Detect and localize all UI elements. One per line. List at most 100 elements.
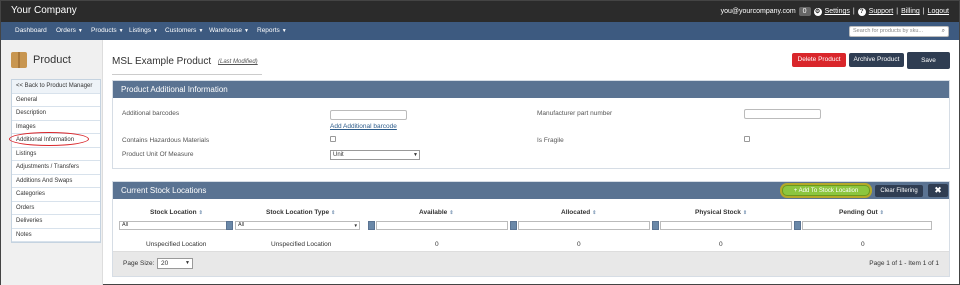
column-header-physical-stock[interactable]: Physical Stock ⇕: [695, 209, 747, 216]
physical-stock-filter-input[interactable]: [660, 221, 792, 230]
nav-label: Customers: [165, 27, 197, 34]
allocated-filter-input[interactable]: [518, 221, 650, 230]
sidebar-item-general[interactable]: General: [12, 93, 100, 107]
nav-label: Listings: [129, 27, 152, 34]
left-panel: Product << Back to Product Manager Gener…: [1, 40, 103, 285]
dropdown-arrow-icon: ▼: [185, 260, 190, 266]
cell-available: 0: [435, 241, 439, 248]
sidebar-item-notes[interactable]: Notes: [12, 228, 100, 242]
sort-icon: ⇕: [449, 210, 454, 216]
column-label: Pending Out: [839, 209, 878, 216]
column-label: Stock Location: [150, 209, 197, 216]
last-modified-link[interactable]: (Last Modified): [218, 59, 258, 65]
sidebar-item-categories[interactable]: Categories: [12, 188, 100, 202]
gear-icon: ⚙: [813, 7, 822, 16]
fragile-checkbox[interactable]: [744, 136, 750, 142]
product-section-title: Product: [33, 54, 71, 66]
nav-warehouse[interactable]: Warehouse ▼: [209, 27, 249, 34]
caret-down-icon: ▼: [77, 28, 83, 34]
filter-icon[interactable]: [368, 221, 375, 230]
pagination-info: Page 1 of 1 - Item 1 of 1: [869, 260, 939, 267]
hazardous-checkbox[interactable]: [330, 136, 336, 142]
page-size-label: Page Size:: [123, 260, 155, 267]
sidebar-item-images[interactable]: Images: [12, 120, 100, 134]
sidebar-item-orders[interactable]: Orders: [12, 201, 100, 215]
mpn-label: Manufacturer part number: [537, 110, 613, 117]
nav-customers[interactable]: Customers ▼: [165, 27, 203, 34]
column-header-stock-location[interactable]: Stock Location ⇕: [150, 209, 203, 216]
nav-listings[interactable]: Listings ▼: [129, 27, 158, 34]
column-label: Physical Stock: [695, 209, 741, 216]
cell-location-type: Unspecified Location: [271, 241, 332, 248]
nav-reports[interactable]: Reports ▼: [257, 27, 287, 34]
top-bar: Your Company you@yourcompany.com 0 ⚙ Set…: [1, 1, 959, 22]
separator: |: [896, 8, 899, 15]
available-filter-input[interactable]: [376, 221, 508, 230]
sidebar-item-description[interactable]: Description: [12, 107, 100, 121]
billing-link[interactable]: Billing: [901, 8, 920, 15]
filter-icon[interactable]: [652, 221, 659, 230]
hazardous-label: Contains Hazardous Materials: [122, 137, 210, 144]
dropdown-arrow-icon: ▼: [413, 152, 418, 158]
location-type-filter-select[interactable]: All ▼: [235, 221, 360, 230]
nav-products[interactable]: Products ▼: [91, 27, 124, 34]
page-size-select[interactable]: 20 ▼: [157, 258, 193, 269]
location-filter-select[interactable]: All▼: [119, 221, 232, 230]
save-button[interactable]: Save: [907, 52, 950, 69]
add-barcode-link[interactable]: Add Additional barcode: [330, 123, 397, 130]
user-email[interactable]: you@yourcompany.com: [721, 8, 796, 15]
settings-link[interactable]: Settings: [825, 8, 850, 15]
column-header-available[interactable]: Available ⇕: [419, 209, 454, 216]
cell-allocated: 0: [577, 241, 581, 248]
dropdown-arrow-icon: ▼: [353, 223, 358, 228]
sidebar-item-adjustments[interactable]: Adjustments / Transfers: [12, 161, 100, 175]
clear-filtering-button[interactable]: Clear Filtering: [875, 185, 923, 197]
nav-orders[interactable]: Orders ▼: [56, 27, 83, 34]
nav-label: Products: [91, 27, 117, 34]
unit-selected-value: Unit: [333, 152, 344, 158]
stock-locations-panel: Current Stock Locations + Add To Stock L…: [112, 181, 950, 277]
support-link[interactable]: Support: [869, 8, 894, 15]
clear-icon[interactable]: ✖: [928, 184, 948, 197]
filter-icon[interactable]: [226, 221, 233, 230]
column-header-location-type[interactable]: Stock Location Type ⇕: [266, 209, 335, 216]
unit-of-measure-select[interactable]: Unit ▼: [330, 150, 420, 160]
cell-pending-out: 0: [861, 241, 865, 248]
mpn-input[interactable]: [744, 109, 821, 119]
add-stock-location-button[interactable]: + Add To Stock Location: [782, 185, 870, 196]
additional-barcodes-label: Additional barcodes: [122, 110, 180, 117]
filter-icon[interactable]: [794, 221, 801, 230]
sidebar-item-additions-swaps[interactable]: Additions And Swaps: [12, 174, 100, 188]
title-divider: [112, 74, 262, 75]
page-title: MSL Example Product: [112, 56, 212, 67]
filter-icon[interactable]: [510, 221, 517, 230]
column-header-pending-out[interactable]: Pending Out ⇕: [839, 209, 884, 216]
additional-barcode-input[interactable]: [330, 110, 407, 120]
cell-physical-stock: 0: [719, 241, 723, 248]
pending-out-filter-input[interactable]: [802, 221, 932, 230]
notification-badge[interactable]: 0: [798, 7, 811, 16]
sidebar-item-additional-information[interactable]: Additional Information: [12, 134, 100, 148]
nav-label: Warehouse: [209, 27, 242, 34]
caret-down-icon: ▼: [118, 28, 124, 34]
product-box-icon: [11, 52, 27, 68]
sku-search-input[interactable]: Search for products by sku... ⌕: [849, 26, 949, 37]
archive-product-button[interactable]: Archive Product: [849, 53, 904, 67]
unit-of-measure-label: Product Unit Of Measure: [122, 151, 194, 158]
sidebar-item-deliveries[interactable]: Deliveries: [12, 215, 100, 229]
column-header-allocated[interactable]: Allocated ⇕: [561, 209, 596, 216]
product-header: Product: [11, 52, 71, 68]
user-menu: you@yourcompany.com 0 ⚙ Settings | ? Sup…: [721, 7, 949, 16]
table-footer: Page Size: 20 ▼ Page 1 of 1 - Item 1 of 1: [113, 251, 949, 276]
nav-dashboard[interactable]: Dashboard: [15, 27, 47, 34]
sidebar-item-back[interactable]: << Back to Product Manager: [12, 80, 100, 94]
delete-product-button[interactable]: Delete Product: [792, 53, 846, 67]
sort-icon: ⇕: [592, 210, 597, 216]
search-icon[interactable]: ⌕: [942, 27, 945, 36]
sort-icon: ⇕: [879, 210, 884, 216]
logout-link[interactable]: Logout: [928, 8, 949, 15]
separator: |: [922, 8, 925, 15]
cell-stock-location: Unspecified Location: [146, 241, 207, 248]
sidebar-item-listings[interactable]: Listings: [12, 147, 100, 161]
nav-label: Dashboard: [15, 27, 47, 34]
